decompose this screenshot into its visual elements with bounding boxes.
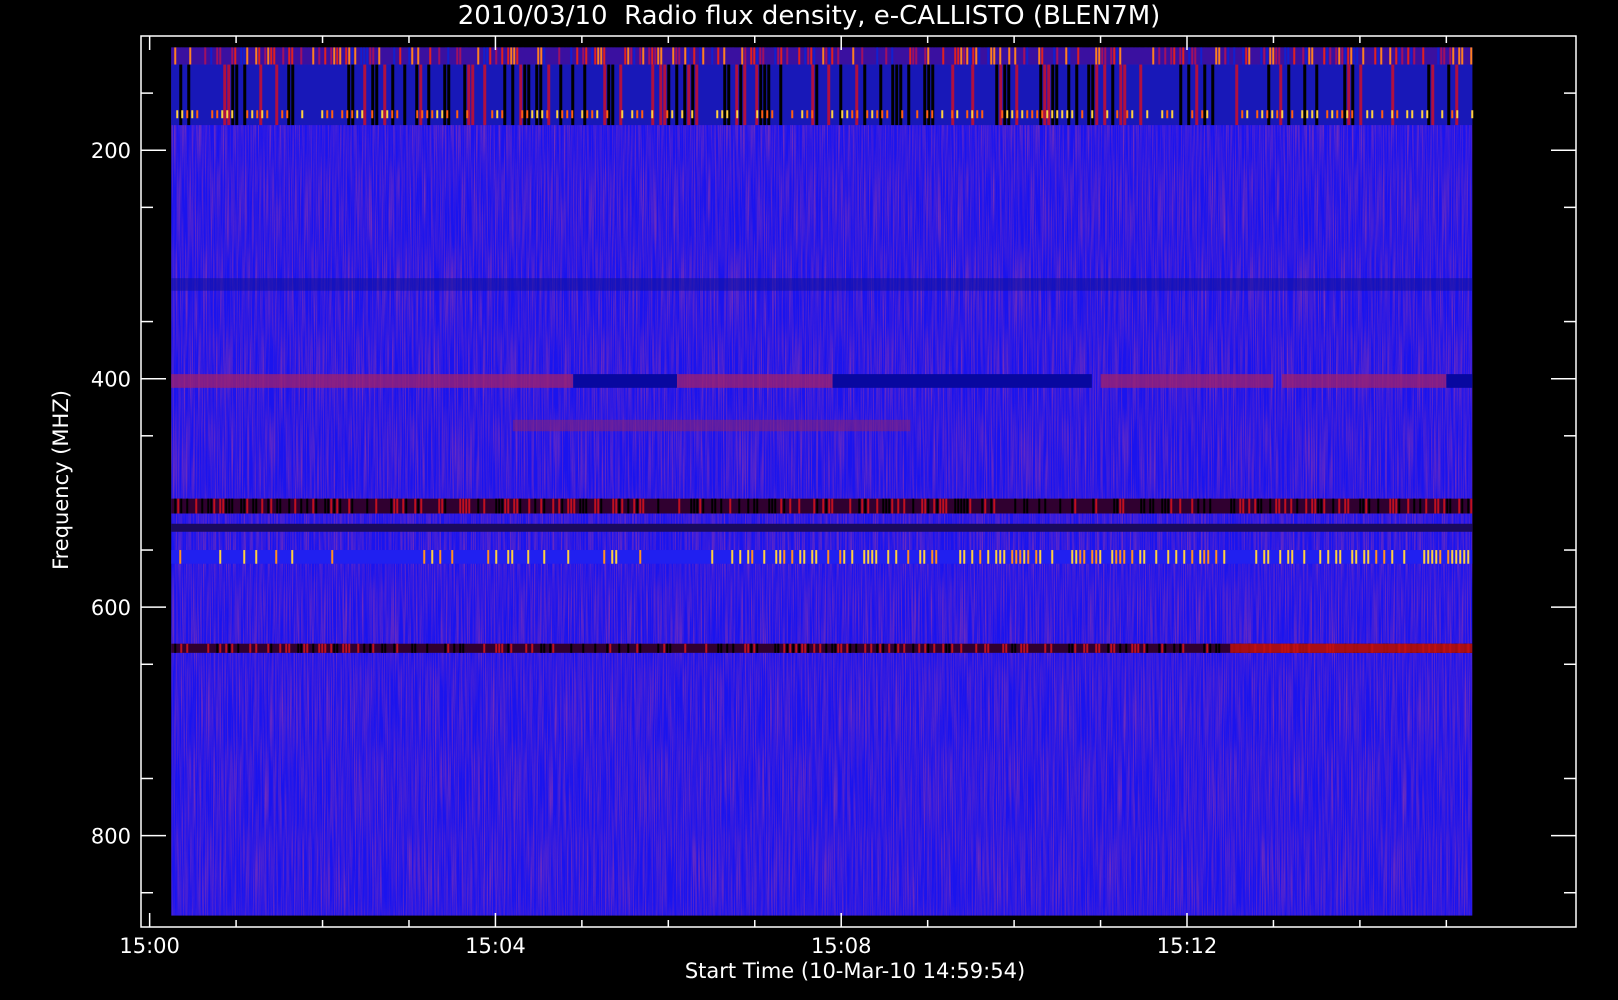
spectrogram-image: [171, 47, 1474, 916]
x-axis-label: Start Time (10-Mar-10 14:59:54): [685, 959, 1025, 983]
y-tick-label-200: 200: [91, 139, 131, 163]
x-tick-label-15:08: 15:08: [811, 934, 872, 958]
y-tick-label-800: 800: [91, 825, 131, 849]
y-axis-label: Frequency (MHZ): [49, 390, 73, 570]
y-tick-label-400: 400: [91, 368, 131, 392]
spectrogram-chart: 2010/03/10 Radio flux density, e-CALLIST…: [49, 1, 1577, 983]
band-faint-red-6-seg-0: [512, 419, 911, 432]
band-red-segments-4-seg-1: [676, 374, 833, 388]
band-red-segments-4-seg-2: [1100, 374, 1274, 388]
chart-title: 2010/03/10 Radio flux density, e-CALLIST…: [458, 1, 1161, 31]
spectrogram-noise: [171, 47, 1473, 916]
y-tick-label-600: 600: [91, 596, 131, 620]
band-red-segments-4-seg-3: [1282, 374, 1447, 388]
band-red-segments-4-seg-0: [171, 374, 574, 388]
band-dark-strip-3: [171, 278, 1473, 291]
x-tick-label-15:12: 15:12: [1157, 934, 1218, 958]
band-dark-stripe-8: [171, 523, 1473, 532]
band-dark-segments-5-seg-0: [573, 374, 677, 388]
x-tick-label-15:04: 15:04: [465, 934, 526, 958]
band-dark-red-stripe-10-hot: [1230, 643, 1473, 653]
x-tick-label-15:00: 15:00: [119, 934, 180, 958]
band-dark-segments-5-seg-1: [832, 374, 1092, 388]
band-gold-spikes-9: [171, 550, 1473, 564]
band-dark-segments-5-seg-2: [1446, 374, 1473, 388]
